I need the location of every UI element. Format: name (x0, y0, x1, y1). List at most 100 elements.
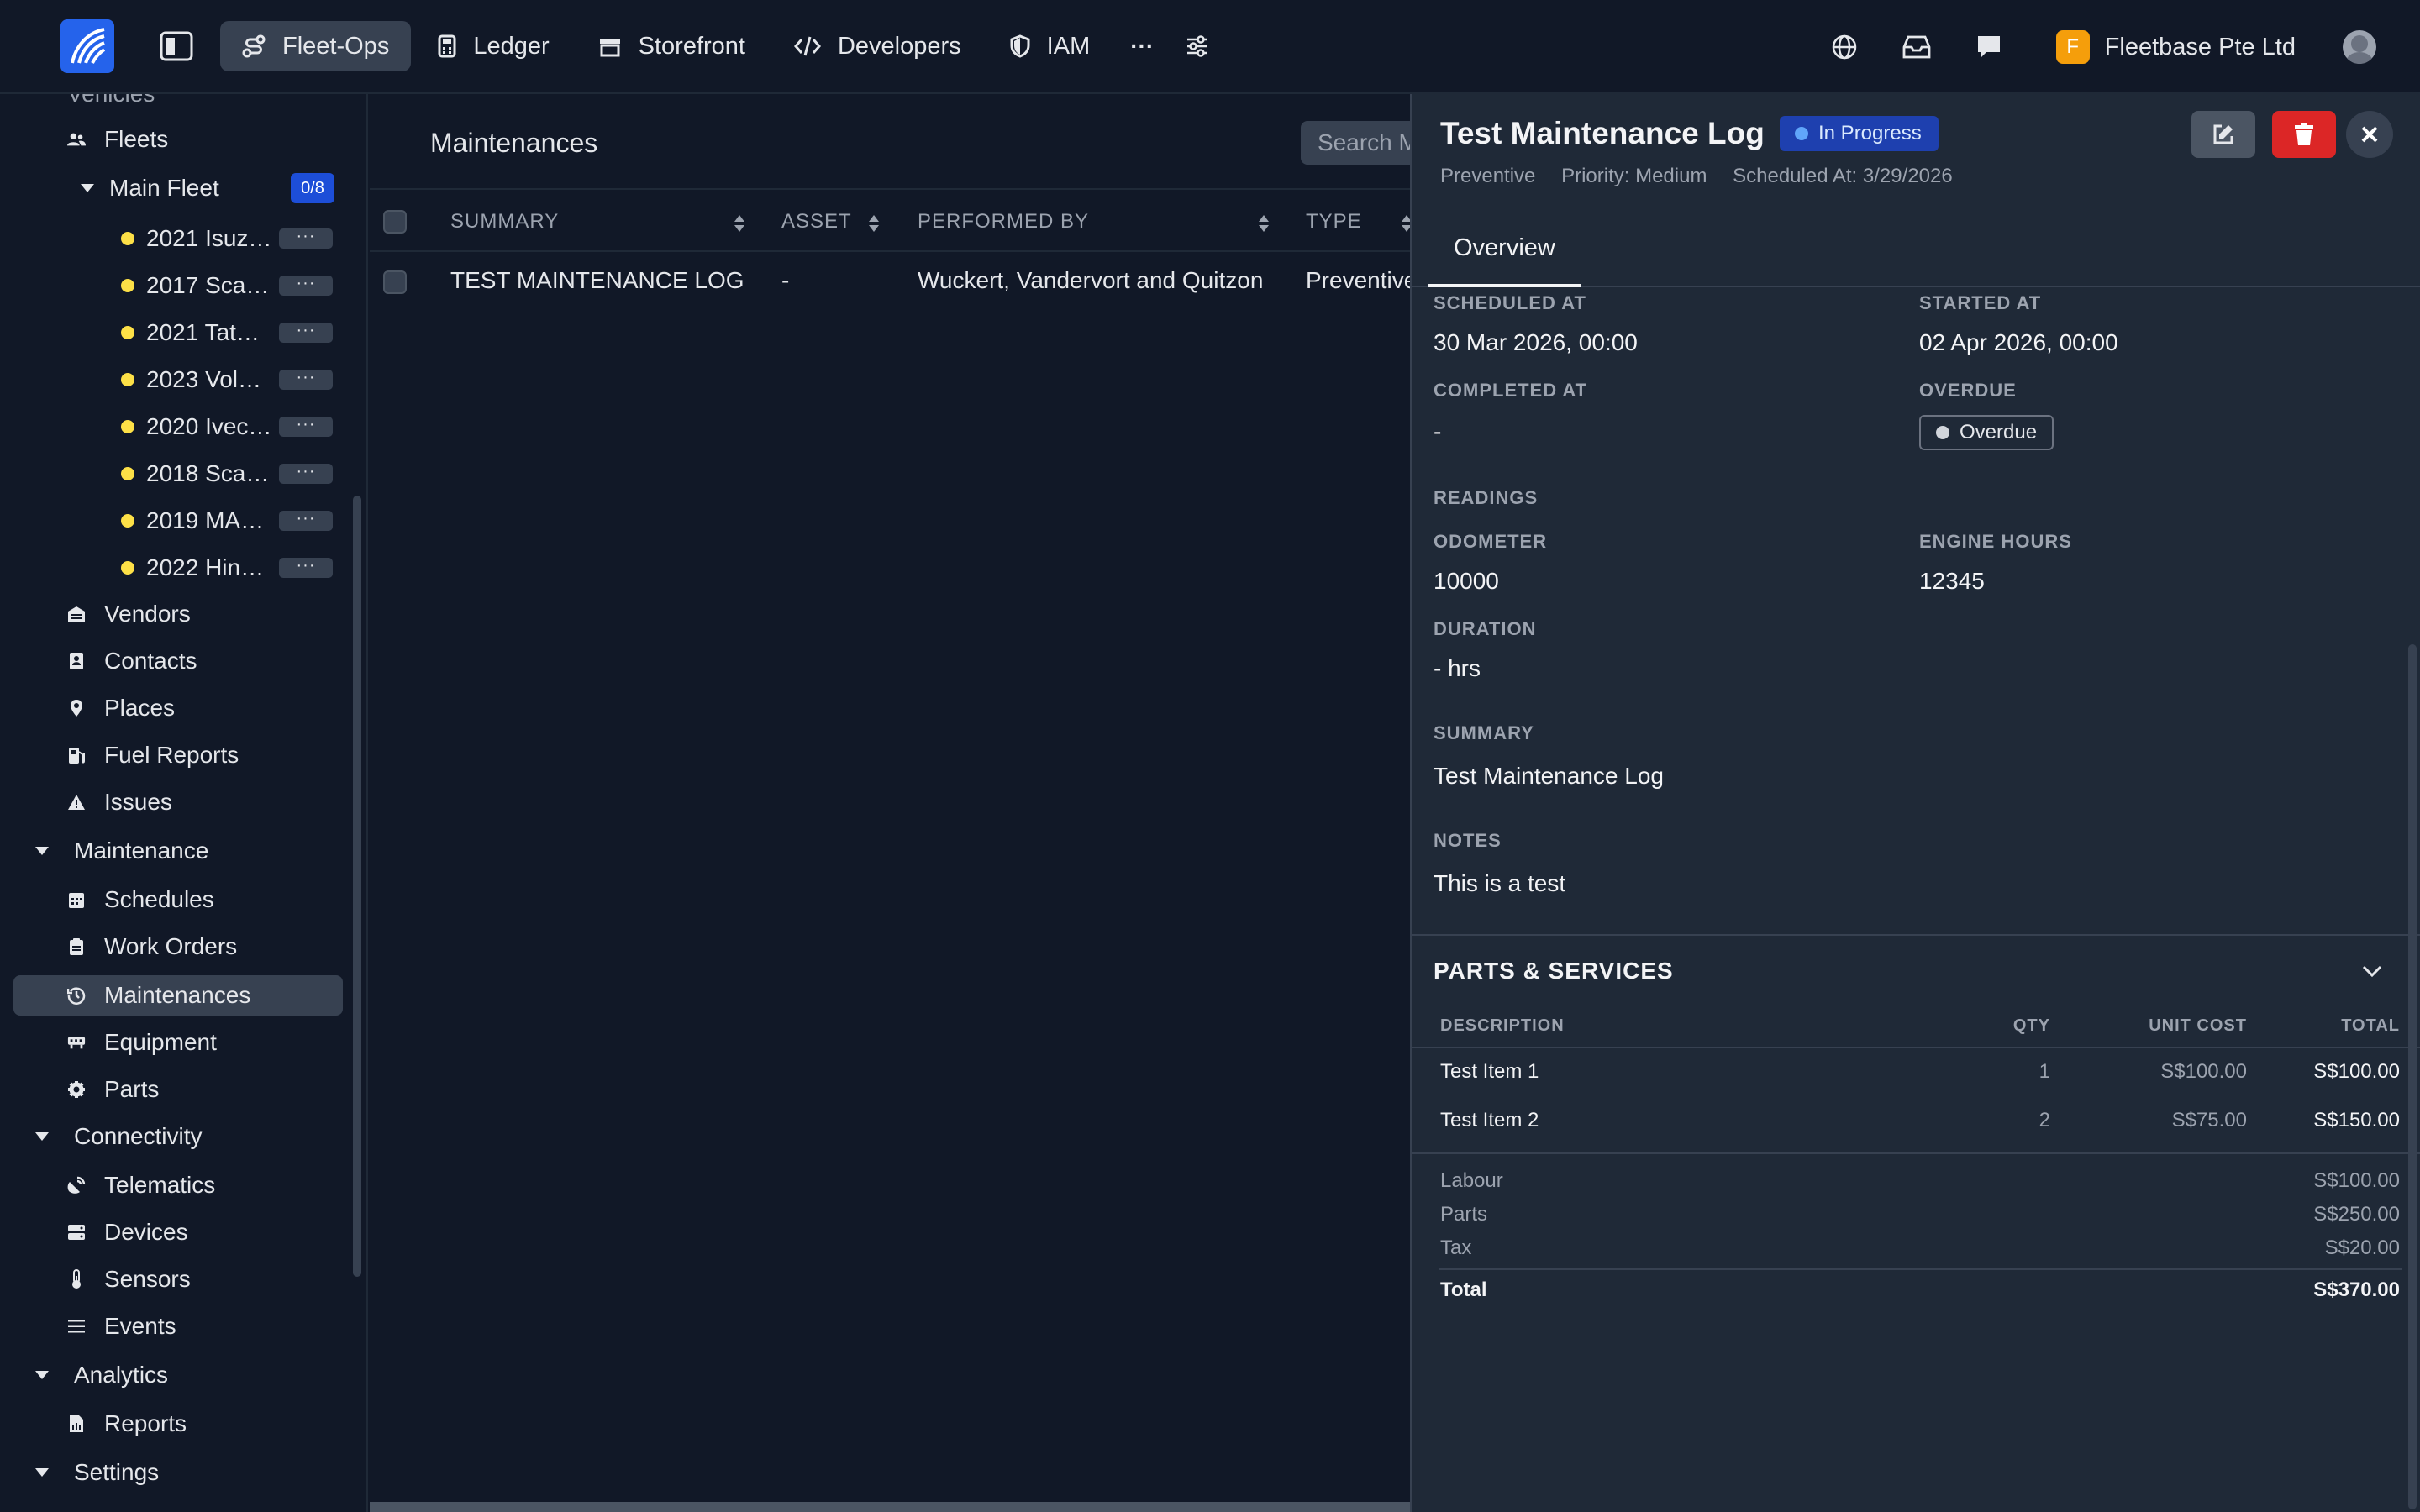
sort-icon[interactable] (1257, 213, 1270, 234)
sidebar-section-maintenance[interactable]: Maintenance (35, 831, 208, 871)
status-dot (121, 232, 134, 245)
sidebar-scrollbar[interactable] (353, 496, 361, 1277)
nav-fleet-ops[interactable]: Fleet-Ops (220, 21, 412, 71)
vehicle-item[interactable]: 2022 Hin… (121, 548, 264, 588)
cell-performed-by: Wuckert, Vandervort and Quitzon (918, 267, 1264, 293)
sidebar-item-schedules[interactable]: Schedules (67, 879, 214, 920)
status-dot (121, 373, 134, 386)
panel-scrollbar[interactable] (2408, 644, 2417, 1509)
maintenance-priority: Priority: Medium (1561, 165, 1707, 187)
vehicle-actions-button[interactable]: ··· (279, 463, 333, 484)
labour-value: S$100.00 (2313, 1169, 2400, 1192)
vehicle-item[interactable]: 2023 Vol… (121, 360, 261, 400)
file-chart-icon (67, 1415, 86, 1433)
panel-tabs: Overview (1412, 212, 2420, 287)
sidebar-item-contacts[interactable]: Contacts (67, 641, 197, 681)
sidebar-item-vehicles[interactable]: Vehicles (67, 94, 155, 106)
close-panel-button[interactable] (2346, 111, 2393, 158)
map-pin-icon (67, 699, 86, 717)
sidebar-item-sensors[interactable]: Sensors (67, 1259, 191, 1299)
sidebar-item-fuel-reports[interactable]: Fuel Reports (67, 735, 239, 775)
company-switcher[interactable]: Fleetbase Pte Ltd (2105, 34, 2296, 61)
total-value: S$370.00 (2313, 1278, 2400, 1301)
nav-iam[interactable]: IAM (988, 21, 1113, 71)
sidebar-section-connectivity[interactable]: Connectivity (35, 1116, 203, 1157)
user-avatar[interactable] (2343, 30, 2376, 64)
vehicle-item[interactable]: 2021 Tat… (121, 312, 260, 353)
horizontal-scrollbar[interactable] (370, 1502, 1412, 1512)
sidebar-item-fleets[interactable]: Fleets (67, 119, 168, 160)
vehicle-item[interactable]: 2017 Sca… (121, 265, 269, 306)
edit-button[interactable] (2191, 111, 2255, 158)
vehicle-item[interactable]: 2018 Sca… (121, 454, 269, 494)
select-all-checkbox[interactable] (383, 210, 407, 234)
sort-icon[interactable] (733, 213, 746, 234)
sidebar-item-equipment[interactable]: Equipment (67, 1022, 217, 1063)
status-dot (121, 279, 134, 292)
sidebar-section-analytics[interactable]: Analytics (35, 1355, 168, 1395)
vehicle-actions-button[interactable]: ··· (279, 228, 333, 249)
parts-label: Parts (1440, 1203, 1488, 1226)
parts-totals-divider (1412, 1152, 2420, 1154)
sidebar-item-events[interactable]: Events (67, 1306, 176, 1347)
nav-ledger[interactable]: Ledger (416, 21, 571, 71)
sidebar-item-label: Issues (104, 789, 172, 815)
vehicle-label: 2018 Sca… (146, 460, 270, 486)
vehicle-actions-button[interactable]: ··· (279, 275, 333, 296)
vehicle-actions-button[interactable]: ··· (279, 416, 333, 437)
column-summary[interactable]: SUMMARY (450, 210, 559, 234)
sidebar-item-issues[interactable]: Issues (67, 782, 172, 822)
nav-developers[interactable]: Developers (772, 21, 983, 71)
cell-asset: - (781, 267, 790, 293)
sidebar-toggle-button[interactable] (151, 21, 202, 71)
tab-overview[interactable]: Overview (1428, 212, 1581, 287)
inbox-button[interactable] (1891, 22, 1942, 72)
sidebar-item-label: Sensors (104, 1266, 191, 1292)
vehicle-item[interactable]: 2020 Ivec… (121, 407, 271, 447)
sort-icon[interactable] (867, 213, 881, 234)
nav-storefront[interactable]: Storefront (576, 21, 767, 71)
sidebar-item-label: Maintenances (104, 982, 251, 1008)
sidebar-item-maintenances[interactable]: Maintenances (67, 975, 250, 1016)
cell-summary[interactable]: TEST MAINTENANCE LOG (450, 267, 744, 294)
parts-value: S$250.00 (2313, 1203, 2400, 1226)
sidebar-item-label: Reports (104, 1410, 187, 1436)
sidebar-item-work-orders[interactable]: Work Orders (67, 927, 237, 967)
delete-button[interactable] (2272, 111, 2336, 158)
sidebar-item-devices[interactable]: Devices (67, 1212, 188, 1252)
column-asset[interactable]: ASSET (781, 210, 852, 234)
chat-button[interactable] (1964, 22, 2014, 72)
fleet-main-fleet[interactable]: Main Fleet (81, 168, 219, 208)
status-dot (121, 326, 134, 339)
vehicle-actions-button[interactable]: ··· (279, 557, 333, 578)
vehicle-label: 2019 MA… (146, 507, 265, 533)
more-nav-button[interactable]: ··· (1117, 21, 1167, 71)
status-badge: In Progress (1780, 116, 1939, 151)
chevron-down-icon[interactable] (2361, 964, 2383, 978)
sidebar-item-telematics[interactable]: Telematics (67, 1165, 215, 1205)
status-dot (121, 514, 134, 528)
vehicle-actions-button[interactable]: ··· (279, 510, 333, 531)
vehicle-actions-button[interactable]: ··· (279, 322, 333, 343)
customize-nav-button[interactable] (1172, 21, 1223, 71)
sidebar-item-reports[interactable]: Reports (67, 1404, 187, 1444)
column-performed-by[interactable]: PERFORMED BY (918, 210, 1089, 234)
company-avatar[interactable]: F (2055, 30, 2090, 64)
sidebar-item-places[interactable]: Places (67, 688, 175, 728)
vehicle-item[interactable]: 2019 MA… (121, 501, 264, 541)
sidebar-item-vendors[interactable]: Vendors (67, 594, 191, 634)
trash-icon (2295, 123, 2313, 145)
column-type[interactable]: TYPE (1306, 210, 1362, 234)
sidebar-section-settings[interactable]: Settings (35, 1452, 159, 1493)
fleetbase-logo[interactable] (60, 19, 114, 73)
language-button[interactable] (1819, 22, 1870, 72)
notes-label: NOTES (1434, 830, 1502, 851)
vehicle-item[interactable]: 2021 Isuz… (121, 218, 271, 259)
sidebar-item-parts[interactable]: Parts (67, 1069, 159, 1110)
vehicle-label: 2020 Ivec… (146, 413, 272, 439)
edit-icon (2213, 124, 2233, 144)
row-checkbox[interactable] (383, 270, 407, 294)
vehicle-actions-button[interactable]: ··· (279, 369, 333, 390)
part-qty: 2 (2039, 1109, 2050, 1131)
code-icon (793, 36, 821, 56)
